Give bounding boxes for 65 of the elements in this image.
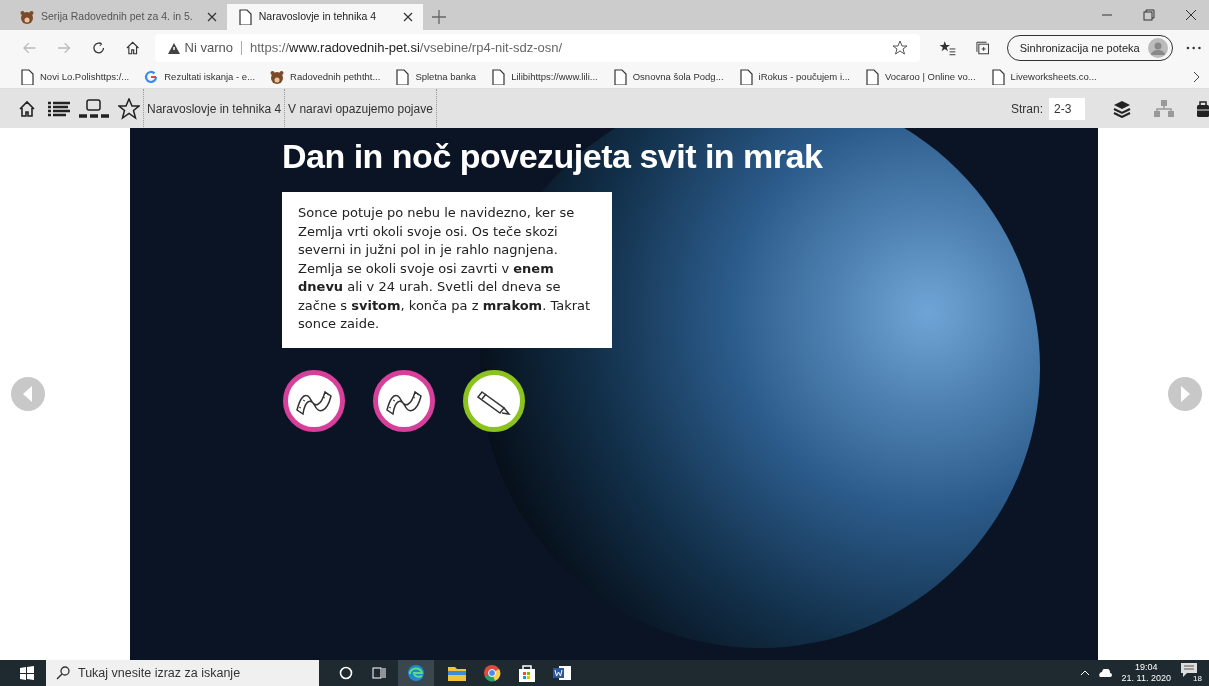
refresh-icon[interactable] (90, 40, 107, 56)
page-icon (989, 69, 1006, 85)
close-icon[interactable] (1185, 9, 1197, 21)
favorite-star-icon[interactable] (892, 40, 909, 56)
chevron-up-icon[interactable] (1079, 670, 1090, 676)
taskbar-search-field[interactable]: Tukaj vnesite izraz za iskanje (46, 660, 319, 686)
folder-icon[interactable] (448, 665, 466, 681)
notification-icon (1181, 663, 1197, 677)
store-bag-icon[interactable] (519, 664, 535, 682)
bear-icon (19, 9, 35, 25)
bear-icon (269, 69, 286, 85)
close-icon[interactable] (206, 12, 217, 22)
star-icon[interactable] (118, 97, 140, 120)
page-icon (236, 9, 253, 25)
bookmark-link[interactable]: Rezultati iskanja - e... (143, 69, 256, 85)
edge-browser-icon[interactable] (407, 664, 425, 682)
browser-tab[interactable]: Naravoslovje in tehnika 4 (226, 4, 423, 30)
favorites-list-icon[interactable] (939, 40, 957, 56)
windows-start-icon[interactable] (20, 666, 34, 680)
page-icon (19, 69, 35, 85)
task-view-icon[interactable] (372, 666, 386, 680)
collections-icon[interactable] (975, 40, 991, 56)
home-icon[interactable] (18, 99, 36, 118)
word-document-icon[interactable] (553, 665, 571, 681)
restore-icon[interactable] (1143, 9, 1155, 21)
clock[interactable]: 19:04 21. 11. 2020 (1121, 662, 1171, 684)
google-logo-icon (143, 69, 160, 85)
close-icon[interactable] (402, 12, 413, 22)
cortana-icon[interactable] (339, 666, 353, 680)
notification-count: 18 (1192, 674, 1203, 683)
address-bar[interactable]: Ni varno https://www.radovednih-pet.si/vsebine/rp4-nit-sdz-osn/ (154, 34, 921, 62)
page-icon (394, 69, 411, 85)
page-icon (737, 69, 754, 85)
tab-title: Serija Radovednih pet za 4. in 5. (41, 9, 194, 25)
chrome-browser-icon[interactable] (483, 664, 501, 682)
slide-title: Dan in noč povezujeta svit in mrak (282, 136, 824, 177)
bookmark-link[interactable]: Spletna banka (394, 69, 477, 85)
bookmark-link[interactable]: Lilibihttps://www.lili... (490, 69, 598, 85)
page-label: Stran: (1011, 100, 1043, 118)
slide-paragraph: Sonce potuje po nebu le navidezno, ker se Zemlja vrti okoli svoje osi. Os teče skozi severni in južni pol in je rahlo nagnjena. Zemlja se okoli svoje osi zavrti v enem dnevu ali v 24 urah. Svetli del dneva se začne s svitom, konča pa z mrakom. Takrat sonce zaide. (298, 204, 592, 333)
tab-title: Naravoslovje in tehnika 4 (258, 9, 378, 25)
chevron-right-icon[interactable] (1193, 71, 1201, 83)
security-label: Ni varno (184, 39, 233, 58)
more-icon[interactable] (1185, 46, 1201, 50)
url-text: https://www.radovednih-pet.si/vsebine/rp4-nit-sdz-osn/ (250, 39, 563, 58)
notifications-button[interactable]: 18 (1181, 663, 1203, 683)
page-number-field[interactable]: 2-3 (1049, 97, 1085, 120)
bookmark-link[interactable]: Vocaroo | Online vo... (863, 69, 976, 85)
page-icon (611, 69, 628, 85)
page-icon (490, 69, 507, 85)
home-icon[interactable] (125, 40, 141, 56)
search-icon (56, 666, 70, 680)
briefcase-icon[interactable] (1197, 99, 1209, 118)
list-icon[interactable] (48, 100, 70, 117)
pages-icon[interactable] (79, 98, 109, 119)
avatar-icon (1147, 38, 1168, 58)
layers-icon[interactable] (1113, 99, 1131, 118)
page-icon (863, 69, 880, 85)
warning-icon (166, 41, 181, 55)
bookmark-link[interactable]: Radovednih peththt... (269, 69, 381, 85)
bookmark-link[interactable]: Osnovna šola Podg... (611, 69, 724, 85)
bookmark-link[interactable]: Novi Lo.Polishttps:/... (19, 69, 130, 85)
bookmark-link[interactable]: iRokus - poučujem i... (737, 69, 850, 85)
cloud-icon[interactable] (1097, 669, 1112, 677)
bookmark-link[interactable]: Liveworksheets.co... (989, 69, 1097, 85)
